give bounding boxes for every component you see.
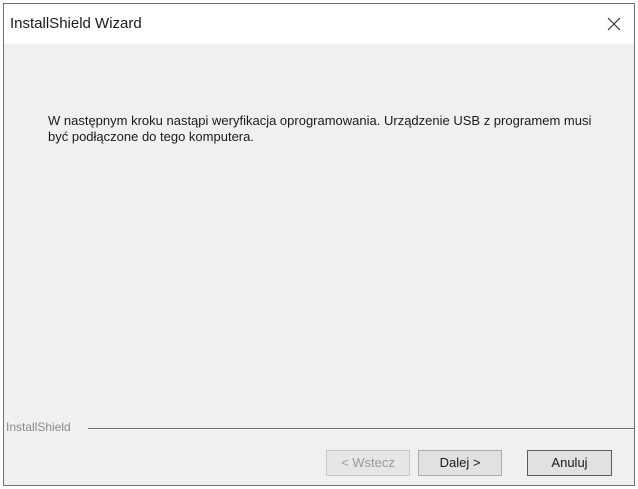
back-button[interactable]: < Wstecz — [326, 450, 410, 476]
close-icon — [607, 17, 621, 31]
title-bar: InstallShield Wizard — [4, 4, 634, 44]
brand-separator: InstallShield — [4, 419, 634, 435]
next-button[interactable]: Dalej > — [418, 450, 502, 476]
window-title: InstallShield Wizard — [10, 15, 142, 32]
installshield-brand-label: InstallShield — [6, 420, 77, 434]
separator-line — [88, 428, 634, 430]
installshield-wizard-window: InstallShield Wizard W następnym kroku n… — [3, 3, 635, 486]
close-button[interactable] — [594, 4, 634, 44]
cancel-button[interactable]: Anuluj — [527, 450, 612, 476]
verification-message: W następnym kroku nastąpi weryfikacja op… — [48, 113, 592, 144]
